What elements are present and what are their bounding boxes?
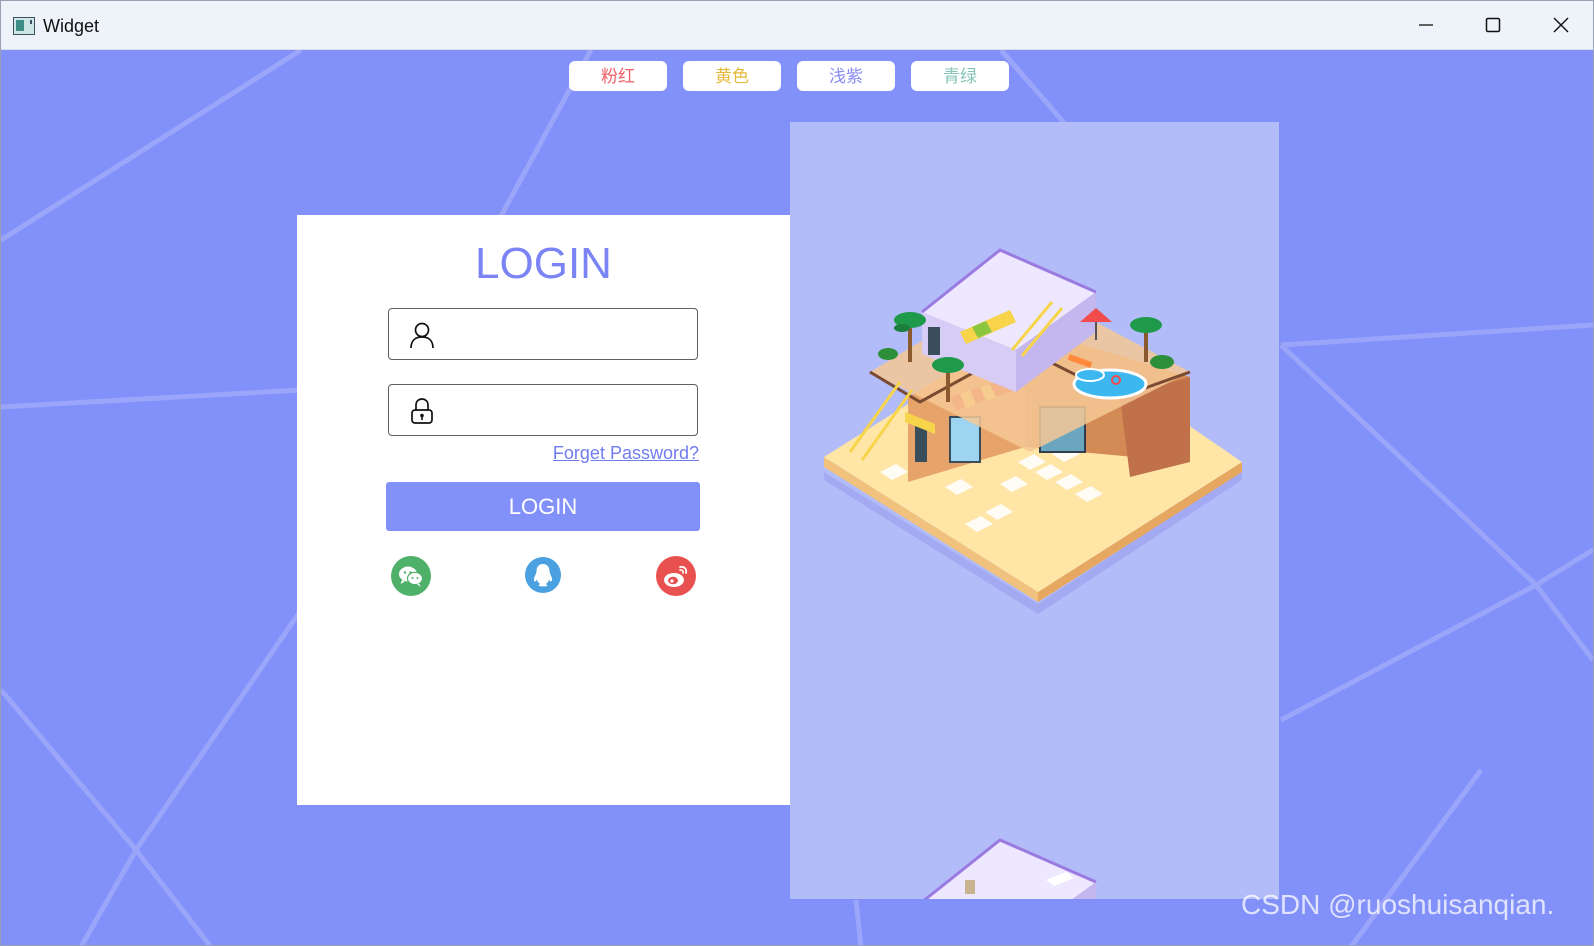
wechat-login-button[interactable]	[391, 556, 431, 596]
maximize-button[interactable]	[1461, 1, 1525, 49]
watermark: CSDN @ruoshuisanqian.	[1241, 889, 1555, 920]
title-bar[interactable]: Widget	[1, 1, 1593, 50]
username-field[interactable]	[388, 308, 698, 360]
minimize-icon	[1419, 24, 1433, 26]
illustration-panel	[790, 122, 1279, 899]
isometric-house-illustration	[824, 248, 1242, 899]
password-field[interactable]	[388, 384, 698, 436]
color-button-pink[interactable]: 粉红	[569, 61, 667, 91]
qq-login-button[interactable]	[525, 557, 561, 593]
color-button-purple[interactable]: 浅紫	[797, 61, 895, 91]
login-title: LOGIN	[475, 239, 612, 288]
close-icon	[1553, 17, 1569, 33]
color-button-yellow[interactable]: 黄色	[683, 61, 781, 91]
login-button[interactable]: LOGIN	[386, 482, 700, 531]
maximize-icon	[1485, 17, 1501, 33]
lock-icon	[411, 398, 433, 424]
weibo-icon	[664, 565, 688, 587]
qq-icon	[533, 564, 553, 587]
username-input[interactable]	[449, 317, 683, 353]
color-button-teal[interactable]: 青绿	[911, 61, 1009, 91]
app-icon	[13, 17, 35, 35]
login-panel: LOGIN Forget Password? LOGIN	[297, 215, 790, 805]
wechat-icon	[399, 566, 424, 587]
close-button[interactable]	[1529, 1, 1593, 49]
minimize-button[interactable]	[1394, 1, 1458, 49]
weibo-login-button[interactable]	[656, 556, 696, 596]
app-window: Widget 粉红 黄色 浅紫 青绿 LOGIN Forget Password…	[0, 0, 1594, 946]
user-icon	[410, 322, 434, 349]
window-title: Widget	[43, 16, 100, 36]
forget-password-link[interactable]: Forget Password?	[553, 443, 699, 464]
password-input[interactable]	[449, 393, 683, 429]
